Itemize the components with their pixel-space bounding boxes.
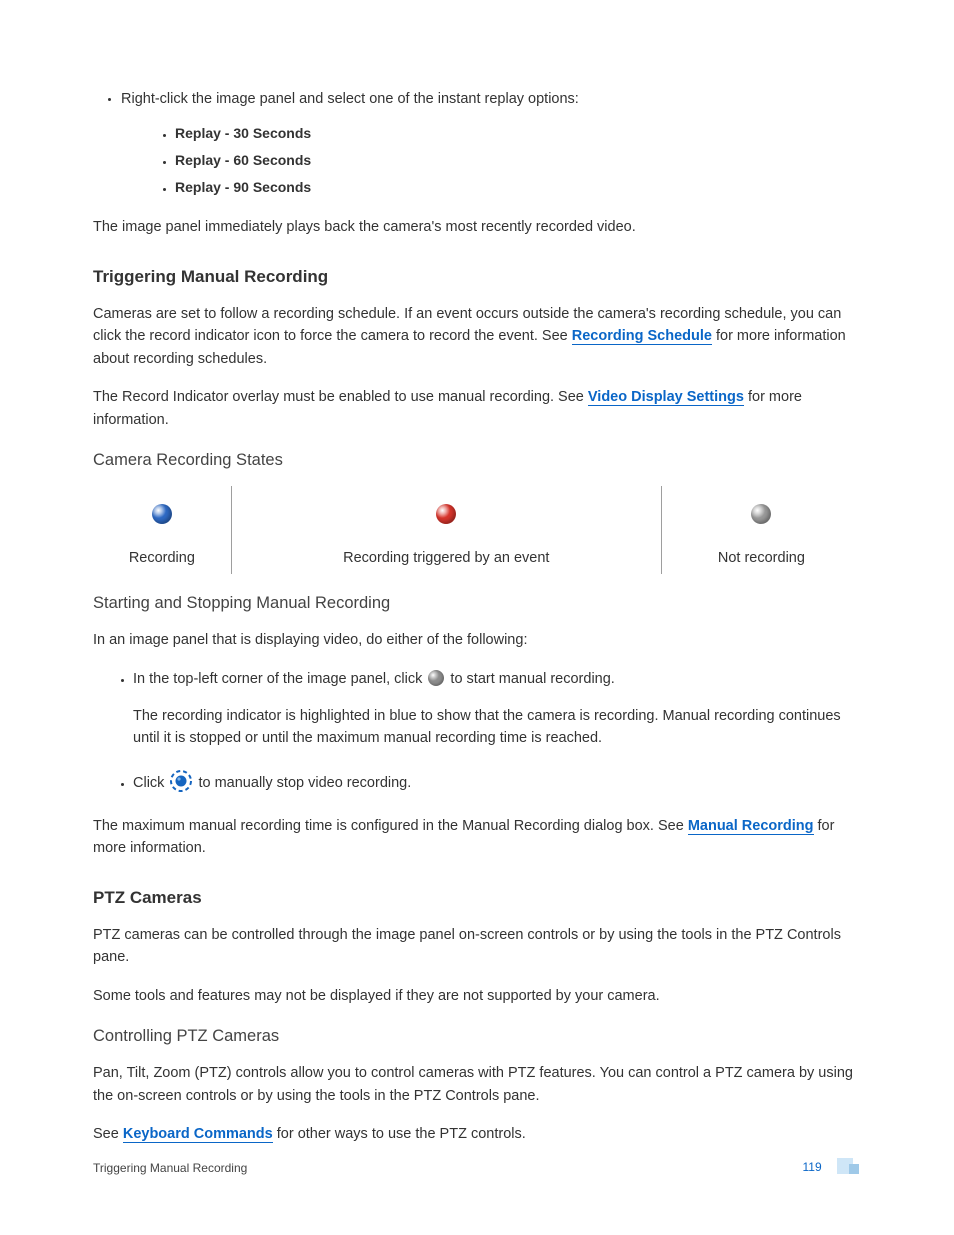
ptz-paragraph-4: See Keyboard Commands for other ways to …: [93, 1123, 861, 1145]
replay-intro-text: Right-click the image panel and select o…: [121, 91, 579, 107]
record-indicator-icon: [428, 670, 444, 686]
heading-ptz-cameras: PTZ Cameras: [93, 888, 861, 908]
triggering-paragraph-1: Cameras are set to follow a recording sc…: [93, 303, 861, 370]
footer-section-title: Triggering Manual Recording: [93, 1161, 247, 1175]
state-cell-recording-icon: [93, 486, 231, 542]
text-fragment: The maximum manual recording time is con…: [93, 818, 688, 834]
text-fragment: for other ways to use the PTZ controls.: [273, 1126, 526, 1142]
state-label-not-recording: Not recording: [661, 542, 861, 574]
link-video-display-settings[interactable]: Video Display Settings: [588, 389, 744, 406]
state-cell-event-icon: [231, 486, 661, 542]
not-recording-dot-icon: [751, 504, 771, 524]
text-fragment: Click: [133, 775, 168, 791]
footer-right: 119: [803, 1158, 861, 1177]
ptz-paragraph-3: Pan, Tilt, Zoom (PTZ) controls allow you…: [93, 1062, 861, 1107]
triggering-paragraph-2: The Record Indicator overlay must be ena…: [93, 386, 861, 431]
state-label-event: Recording triggered by an event: [231, 542, 661, 574]
step-start-recording: In the top-left corner of the image pane…: [133, 668, 861, 750]
replay-result-text: The image panel immediately plays back t…: [93, 216, 861, 238]
heading-camera-recording-states: Camera Recording States: [93, 451, 861, 470]
step-stop-recording: Click to manually stop video recording.: [133, 770, 861, 795]
replay-option-90: Replay - 90 Seconds: [175, 174, 861, 201]
replay-option-30: Replay - 30 Seconds: [175, 120, 861, 147]
text-fragment: to start manual recording.: [446, 671, 614, 687]
replay-options: Replay - 30 Seconds Replay - 60 Seconds …: [121, 120, 861, 200]
text-fragment: See: [93, 1126, 123, 1142]
max-recording-time-text: The maximum manual recording time is con…: [93, 815, 861, 860]
link-keyboard-commands[interactable]: Keyboard Commands: [123, 1126, 273, 1143]
text-fragment: The Record Indicator overlay must be ena…: [93, 389, 588, 405]
replay-intro-item: Right-click the image panel and select o…: [121, 88, 861, 200]
recording-dot-icon: [152, 504, 172, 524]
page: Right-click the image panel and select o…: [0, 0, 954, 1235]
state-cell-not-recording-icon: [661, 486, 861, 542]
heading-starting-stopping: Starting and Stopping Manual Recording: [93, 594, 861, 613]
link-recording-schedule[interactable]: Recording Schedule: [572, 328, 712, 345]
ptz-paragraph-1: PTZ cameras can be controlled through th…: [93, 924, 861, 969]
heading-controlling-ptz: Controlling PTZ Cameras: [93, 1027, 861, 1046]
text-fragment: to manually stop video recording.: [194, 775, 411, 791]
footer-logo-icon: [837, 1158, 861, 1177]
replay-options-list: Right-click the image panel and select o…: [93, 88, 861, 200]
page-number: 119: [803, 1160, 822, 1174]
replay-option-60: Replay - 60 Seconds: [175, 147, 861, 174]
stop-recording-icon: [170, 770, 192, 792]
page-footer: Triggering Manual Recording 119: [93, 1158, 861, 1177]
text-fragment: In the top-left corner of the image pane…: [133, 671, 426, 687]
event-recording-dot-icon: [436, 504, 456, 524]
startstop-steps: In the top-left corner of the image pane…: [93, 668, 861, 795]
startstop-lead: In an image panel that is displaying vid…: [93, 629, 861, 651]
recording-states-table: Recording Recording triggered by an even…: [93, 486, 861, 574]
state-label-recording: Recording: [93, 542, 231, 574]
link-manual-recording[interactable]: Manual Recording: [688, 818, 814, 835]
ptz-paragraph-2: Some tools and features may not be displ…: [93, 985, 861, 1007]
heading-triggering-manual-recording: Triggering Manual Recording: [93, 267, 861, 287]
step-start-note: The recording indicator is highlighted i…: [133, 705, 861, 750]
